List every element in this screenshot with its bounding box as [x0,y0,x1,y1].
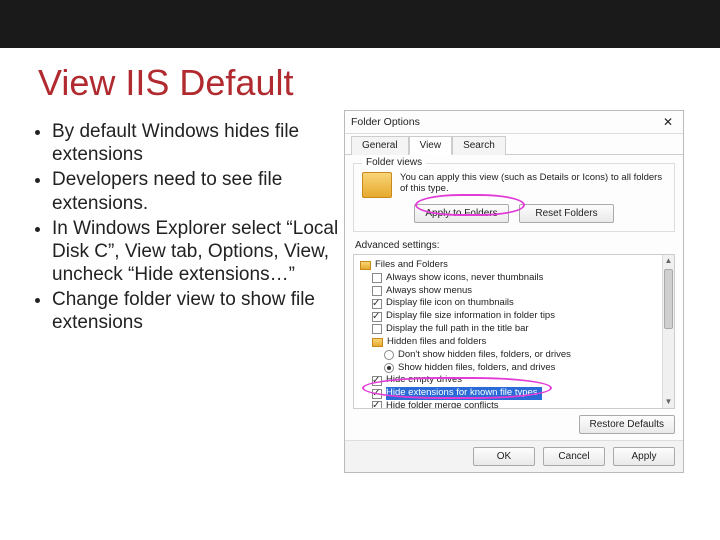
bullet-item: By default Windows hides file extensions [52,120,340,166]
tree-item: Show hidden files, folders, and drives [360,362,670,375]
tree-item-label: Show hidden files, folders, and drives [398,362,555,375]
annotation-oval-hide-extensions [362,377,552,399]
dialog-footer: OK Cancel Apply [345,440,683,472]
bullet-list: By default Windows hides file extensions… [30,110,340,473]
dialog-wrap: Folder Options ✕ General View Search Fol… [340,110,720,473]
slide-title: View IIS Default [38,62,720,104]
tree-item: Hide folder merge conflicts [360,400,670,409]
checkbox-icon[interactable] [372,401,382,409]
checkbox-icon[interactable] [372,324,382,334]
folder-icon [372,338,383,347]
cancel-button[interactable]: Cancel [543,447,605,466]
tree-item: Always show icons, never thumbnails [360,272,670,285]
tree-item: Don't show hidden files, folders, or dri… [360,349,670,362]
bullet-item: Developers need to see file extensions. [52,168,340,214]
folder-options-dialog: Folder Options ✕ General View Search Fol… [344,110,684,473]
content-row: By default Windows hides file extensions… [0,110,720,473]
checkbox-icon[interactable] [372,286,382,296]
tab-strip: General View Search [345,136,683,155]
radio-icon[interactable] [384,363,394,373]
tree-root-label: Files and Folders [375,259,448,272]
scrollbar[interactable]: ▲ ▼ [662,255,674,408]
scroll-down-icon[interactable]: ▼ [663,396,674,408]
folder-icon [360,261,371,270]
restore-defaults-button[interactable]: Restore Defaults [579,415,675,434]
bullet-item: In Windows Explorer select “Local Disk C… [52,217,340,287]
radio-icon[interactable] [384,350,394,360]
folder-views-label: Folder views [362,157,426,168]
folder-views-description: You can apply this view (such as Details… [400,172,666,195]
reset-folders-button[interactable]: Reset Folders [519,204,614,223]
dialog-titlebar: Folder Options ✕ [345,111,683,134]
scroll-thumb[interactable] [664,269,673,329]
close-icon[interactable]: ✕ [659,115,677,129]
dialog-title: Folder Options [351,116,420,128]
tree-item: Display file size information in folder … [360,310,670,323]
checkbox-icon[interactable] [372,273,382,283]
advanced-settings-label: Advanced settings: [355,240,675,251]
tree-item-label: Hidden files and folders [387,336,486,349]
checkbox-icon[interactable] [372,312,382,322]
apply-button[interactable]: Apply [613,447,675,466]
tree-item-header: Hidden files and folders [360,336,670,349]
tree-item-label: Don't show hidden files, folders, or dri… [398,349,571,362]
tab-view[interactable]: View [409,136,453,155]
checkbox-icon[interactable] [372,299,382,309]
folder-icon [362,172,392,198]
tree-root: Files and Folders [360,259,670,272]
top-banner [0,0,720,48]
tab-search[interactable]: Search [452,136,506,155]
ok-button[interactable]: OK [473,447,535,466]
tree-item-label: Always show icons, never thumbnails [386,272,543,285]
tree-item-label: Display file icon on thumbnails [386,297,514,310]
annotation-oval-apply [415,194,525,216]
tree-item-label: Hide folder merge conflicts [386,400,498,409]
tree-item-label: Display the full path in the title bar [386,323,529,336]
bullet-item: Change folder view to show file extensio… [52,288,340,334]
tree-item: Display file icon on thumbnails [360,297,670,310]
tree-item: Display the full path in the title bar [360,323,670,336]
tree-item: Always show menus [360,285,670,298]
tab-general[interactable]: General [351,136,409,155]
tree-item-label: Display file size information in folder … [386,310,555,323]
scroll-up-icon[interactable]: ▲ [663,255,674,267]
tree-item-label: Always show menus [386,285,472,298]
